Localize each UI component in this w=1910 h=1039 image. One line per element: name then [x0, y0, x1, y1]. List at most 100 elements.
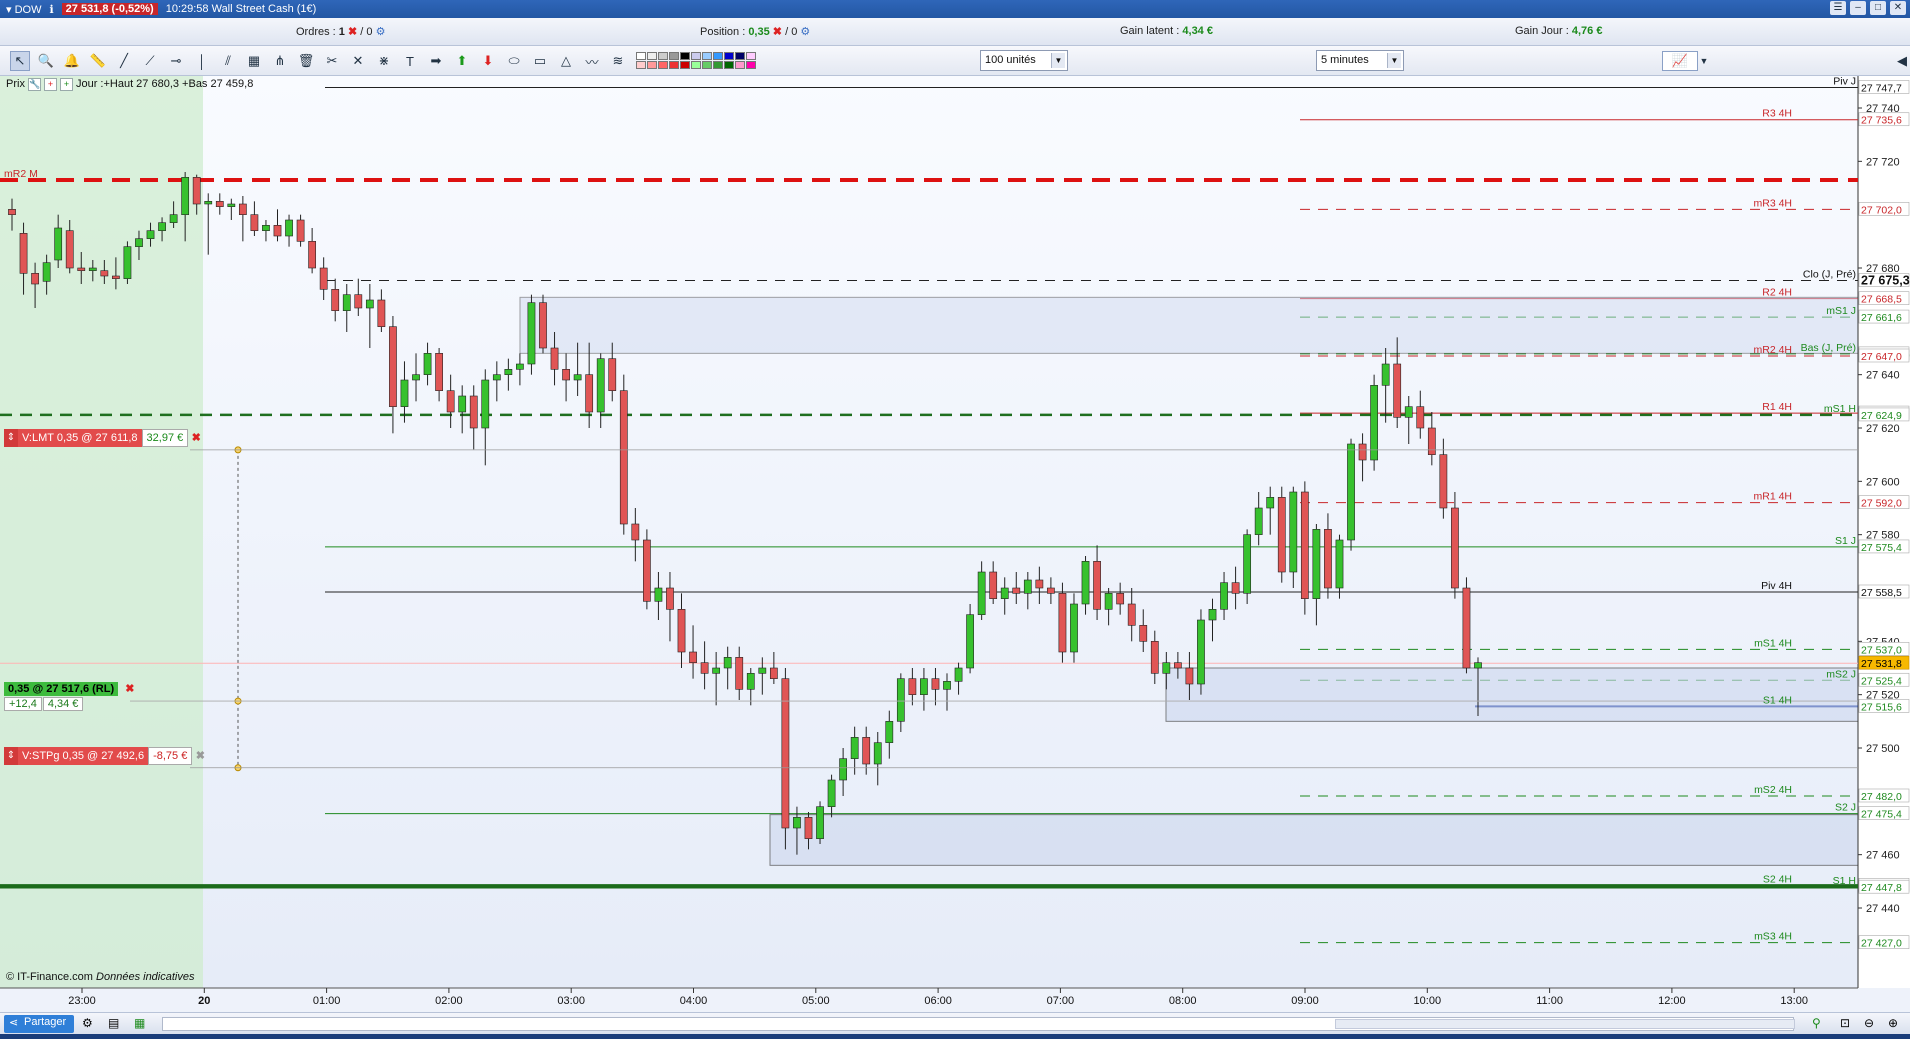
candle-body: [238, 203, 247, 215]
orders-link-icon[interactable]: ⚙: [376, 26, 386, 38]
candle-body: [77, 267, 86, 271]
vertical-line-icon[interactable]: │: [192, 51, 212, 71]
rectangle-icon[interactable]: ▭: [530, 51, 550, 71]
candle-body: [1127, 603, 1136, 626]
channel-icon[interactable]: ⫽: [218, 51, 238, 71]
cancel-orders-icon[interactable]: ✖: [348, 26, 357, 38]
cross-icon[interactable]: ✕: [348, 51, 368, 71]
candle-body: [827, 779, 836, 807]
position-summary[interactable]: Position : 0,35 ✖ / 0 ⚙: [700, 25, 810, 38]
plus-icon[interactable]: +: [59, 77, 73, 91]
chevron-down-icon[interactable]: ▼: [1698, 51, 1710, 71]
candle-body: [1104, 593, 1113, 610]
grid-icon[interactable]: ▦: [134, 1016, 145, 1030]
trendline-icon[interactable]: ╱: [114, 51, 134, 71]
candle-body: [1474, 662, 1482, 669]
drag-handle-icon[interactable]: ⇕: [4, 429, 18, 447]
candle-body: [596, 358, 605, 413]
cancel-order-icon[interactable]: ✖: [188, 429, 204, 447]
ray-icon[interactable]: ⟋: [140, 51, 160, 71]
bottom-bar: ⋖ Partager ⚙ ▤ ▦ ⚲ ⊡ ⊖ ⊕: [0, 1012, 1910, 1034]
share-button[interactable]: ⋖ Partager: [4, 1015, 75, 1033]
x-tick-label: 13:00: [1780, 995, 1808, 1007]
color-palette[interactable]: [636, 52, 756, 69]
candle-body: [977, 571, 986, 615]
orders-summary[interactable]: Ordres : 1 ✖ / 0 ⚙: [296, 25, 385, 38]
collapse-panel-icon[interactable]: ◀: [1892, 51, 1910, 71]
candle-body: [31, 273, 39, 285]
candle-body: [389, 326, 397, 407]
candle-body: [1358, 443, 1367, 461]
price-chart[interactable]: 27 74027 72027 68027 64027 62027 60027 5…: [0, 76, 1910, 1012]
cancel-order-icon[interactable]: ✖: [192, 747, 208, 765]
units-select[interactable]: 100 unités ▼: [980, 50, 1068, 71]
level-label: mS3 4H: [1754, 931, 1792, 943]
zoom-fit-icon[interactable]: ⊡: [1840, 1016, 1850, 1030]
ellipse-icon[interactable]: ⬭: [504, 51, 524, 71]
position-tag[interactable]: 0,35 @ 27 517,6 (RL) ✖ +12,4 4,34 €: [4, 682, 134, 711]
gann-icon[interactable]: ⋇: [374, 51, 394, 71]
candle-body: [873, 742, 882, 765]
pointer-icon[interactable]: ↖: [10, 51, 30, 71]
wave-icon[interactable]: 〰: [582, 51, 602, 71]
minimize-icon[interactable]: –: [1850, 1, 1866, 15]
horizontal-scrollbar[interactable]: [162, 1017, 1795, 1031]
candle-body: [585, 374, 594, 413]
magnet-icon[interactable]: ✂: [322, 51, 342, 71]
x-tick-label: 23:00: [68, 995, 96, 1007]
candle-body: [42, 262, 51, 282]
candle-body: [1220, 582, 1228, 610]
zoom-out-icon[interactable]: ⊖: [1864, 1016, 1874, 1030]
alert-bell-icon[interactable]: 🔔: [62, 51, 82, 71]
arrow-up-icon[interactable]: ⬆: [452, 51, 472, 71]
candle-body: [1047, 587, 1055, 594]
level-label: mR1 4H: [1753, 491, 1792, 503]
limit-order-tag[interactable]: ⇕ V:LMT 0,35 @ 27 611,8 32,97 € ✖: [4, 429, 204, 447]
wrench-icon[interactable]: 🔧: [27, 77, 41, 91]
scrollbar-thumb[interactable]: [1335, 1019, 1795, 1029]
position-link-icon[interactable]: ⚙: [800, 26, 810, 38]
text-icon[interactable]: T: [400, 51, 420, 71]
add-indicator-icon[interactable]: +: [43, 77, 57, 91]
close-icon[interactable]: ✕: [1890, 1, 1906, 15]
timeframe-select[interactable]: 5 minutes ▼: [1316, 50, 1404, 71]
arrow-right-icon[interactable]: ➡: [426, 51, 446, 71]
candle-body: [920, 678, 928, 695]
indicators-icon[interactable]: 📈: [1662, 51, 1698, 71]
x-tick-label: 12:00: [1658, 995, 1686, 1007]
candle-body: [631, 523, 640, 541]
copyright-note: © IT-Finance.com Données indicatives: [6, 971, 195, 983]
price-tag: 27 624,9: [1861, 410, 1902, 422]
ruler-icon[interactable]: 📏: [88, 51, 108, 71]
close-position-icon[interactable]: ✖: [773, 26, 782, 38]
price-tag: 27 515,6: [1861, 701, 1902, 713]
auto-scale-icon[interactable]: ⚲: [1812, 1016, 1821, 1030]
maximize-icon[interactable]: □: [1870, 1, 1886, 15]
level-label: mS2 J: [1826, 668, 1856, 680]
price-tag: 27 525,4: [1861, 675, 1902, 687]
zoom-icon[interactable]: 🔍: [36, 51, 56, 71]
triangle-icon[interactable]: △: [556, 51, 576, 71]
arrow-down-icon[interactable]: ⬇: [478, 51, 498, 71]
latent-gain: Gain latent : 4,34 €: [1120, 25, 1213, 37]
instrument-menu[interactable]: ▾ DOW: [6, 3, 41, 16]
close-position-icon[interactable]: ✖: [125, 683, 134, 695]
zoom-in-icon[interactable]: ⊕: [1888, 1016, 1898, 1030]
candle-body: [1312, 529, 1321, 599]
level-label: mS1 J: [1826, 305, 1856, 317]
candle-body: [331, 289, 340, 311]
candle-body: [758, 667, 767, 674]
elliott-icon[interactable]: ≋: [608, 51, 628, 71]
info-icon[interactable]: ℹ: [49, 3, 53, 16]
pitchfork-icon[interactable]: ⋔: [270, 51, 290, 71]
trash-icon[interactable]: 🗑: [296, 51, 316, 71]
price-tag: 27 475,4: [1861, 809, 1902, 821]
candle-body: [712, 667, 721, 674]
drag-handle-icon[interactable]: ⇕: [4, 747, 18, 765]
stop-order-tag[interactable]: ⇕ V:STPg 0,35 @ 27 492,6 -8,75 € ✖: [4, 747, 208, 765]
settings-icon[interactable]: ⚙: [82, 1016, 93, 1030]
horizontal-line-icon[interactable]: ⊸: [166, 51, 186, 71]
menu-icon[interactable]: ☰: [1830, 1, 1846, 15]
fibonacci-icon[interactable]: ▦: [244, 51, 264, 71]
calculator-icon[interactable]: ▤: [108, 1016, 119, 1030]
